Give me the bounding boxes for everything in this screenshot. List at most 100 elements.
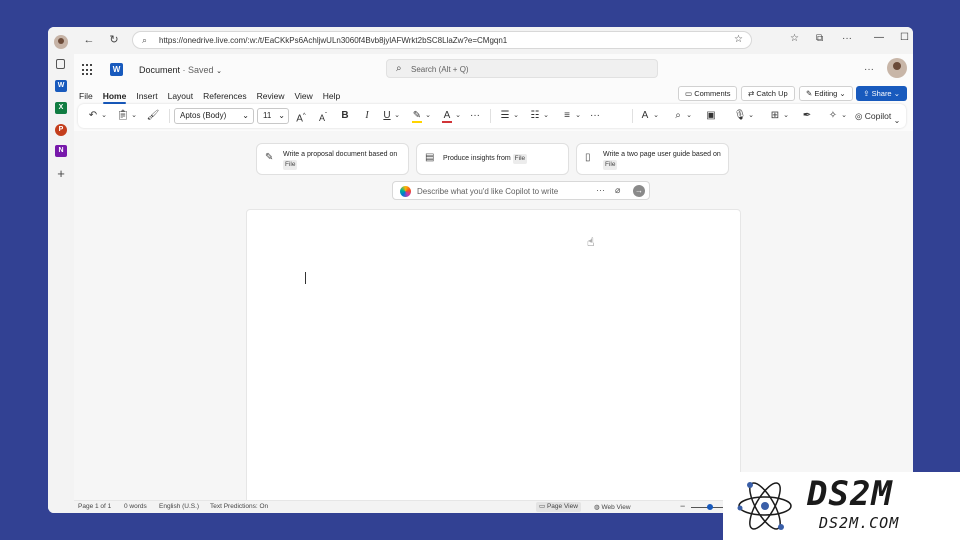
minimize-icon[interactable]: —: [874, 32, 884, 43]
editing-mode-button[interactable]: ✎ Editing ⌄: [799, 86, 853, 101]
more-icon[interactable]: ···: [842, 33, 852, 44]
italic-button[interactable]: I: [360, 109, 374, 123]
tab-review[interactable]: Review: [252, 86, 290, 106]
document-title[interactable]: Document · Saved ⌄: [139, 65, 222, 75]
word-app-icon[interactable]: W: [55, 80, 67, 92]
undo-dropdown-icon[interactable]: ⌄: [100, 109, 108, 123]
ribbon-toolbar: ↶ ⌄ 📋︎ ⌄ 🖌︎ Aptos (Body) ⌄ 11 ⌄ A^ Aˇ B …: [78, 104, 906, 128]
highlight-icon[interactable]: ✎: [410, 109, 424, 123]
web-view-button[interactable]: ◍ Web View: [594, 503, 631, 511]
text-predictions[interactable]: Text Predictions: On: [210, 503, 268, 510]
paste-dropdown-icon[interactable]: ⌄: [130, 109, 138, 123]
favorite-star-icon[interactable]: ☆: [734, 34, 743, 45]
paste-icon[interactable]: 📋︎: [116, 109, 130, 123]
chevron-down-icon: ⌄: [839, 89, 846, 98]
watermark: DS2M DS2M.COM: [723, 472, 960, 540]
tab-help[interactable]: Help: [318, 86, 345, 106]
format-painter-icon[interactable]: 🖌︎: [146, 109, 160, 123]
send-arrow-icon[interactable]: →: [633, 185, 645, 197]
excel-app-icon[interactable]: X: [55, 102, 67, 114]
prompt-text: Write a two page user guide based on Fil…: [603, 151, 721, 170]
find-dropdown-icon[interactable]: ⌄: [685, 109, 693, 123]
tab-home[interactable]: Home: [98, 86, 132, 106]
dictate-icon[interactable]: 🎙︎: [733, 109, 747, 123]
zoom-slider-thumb[interactable]: [707, 504, 713, 510]
file-chip: File: [283, 160, 298, 170]
url-text[interactable]: https://onedrive.live.com/:w:/t/EaCKkPs6…: [159, 36, 507, 45]
numbering-icon[interactable]: ☷: [528, 109, 542, 123]
styles-dropdown-icon[interactable]: ⌄: [652, 109, 660, 123]
document-page[interactable]: [246, 209, 741, 513]
word-count[interactable]: 0 words: [124, 503, 147, 510]
rewrite-icon[interactable]: ✧: [826, 109, 840, 123]
document-name: Document: [139, 65, 181, 75]
copilot-prompt-input[interactable]: Describe what you'd like Copilot to writ…: [392, 181, 650, 200]
add-ins-dropdown-icon[interactable]: ⌄: [782, 109, 790, 123]
designer-icon[interactable]: ✒: [800, 109, 814, 123]
browser-window: W X P N + ← ↻ ⌕ https://onedrive.live.co…: [48, 27, 913, 513]
font-size-select[interactable]: 11 ⌄: [257, 108, 289, 124]
numbering-dropdown-icon[interactable]: ⌄: [542, 109, 550, 123]
page-view-icon: ▭: [539, 503, 546, 510]
favorites-icon[interactable]: ☆: [790, 33, 799, 44]
search-box[interactable]: ⌕ Search (Alt + Q): [386, 59, 658, 78]
app-launcher-icon[interactable]: [82, 64, 94, 76]
back-icon[interactable]: ←: [82, 33, 96, 47]
user-avatar[interactable]: [887, 58, 907, 78]
add-icon[interactable]: +: [55, 167, 67, 180]
language[interactable]: English (U.S.): [159, 503, 199, 510]
profile-avatar[interactable]: [54, 35, 68, 49]
maximize-icon[interactable]: ☐: [900, 32, 909, 43]
address-bar[interactable]: ⌕ https://onedrive.live.com/:w:/t/EaCKkP…: [132, 31, 752, 49]
align-dropdown-icon[interactable]: ⌄: [574, 109, 582, 123]
underline-button[interactable]: U: [380, 109, 394, 123]
grow-font-icon[interactable]: A^: [294, 109, 308, 124]
dictate-dropdown-icon[interactable]: ⌄: [747, 109, 755, 123]
shrink-font-icon[interactable]: Aˇ: [316, 109, 330, 123]
divider: [490, 109, 491, 123]
add-ins-icon[interactable]: ⊞: [768, 109, 782, 123]
page-view-button[interactable]: ▭ Page View: [536, 502, 581, 512]
document-icon: ▯: [585, 152, 591, 163]
underline-dropdown-icon[interactable]: ⌄: [393, 109, 401, 123]
prompt-suggestion-insights[interactable]: ▤ Produce insights from File: [416, 143, 569, 175]
more-options-icon[interactable]: ···: [864, 64, 874, 75]
align-icon[interactable]: ≡: [560, 109, 574, 123]
zoom-out-icon[interactable]: −: [680, 501, 685, 511]
more-paragraph-options-icon[interactable]: ···: [588, 109, 602, 123]
highlight-dropdown-icon[interactable]: ⌄: [424, 109, 432, 123]
font-family-select[interactable]: Aptos (Body) ⌄: [174, 108, 254, 124]
tab-insert[interactable]: Insert: [131, 86, 162, 106]
powerpoint-app-icon[interactable]: P: [55, 124, 67, 136]
prompt-suggestion-proposal[interactable]: ✎ Write a proposal document based on Fil…: [256, 143, 409, 175]
comments-button[interactable]: ▭ Comments: [678, 86, 738, 101]
catch-up-button[interactable]: ⇄ Catch Up: [741, 86, 795, 101]
bullets-icon[interactable]: ☰: [498, 109, 512, 123]
tabs-icon[interactable]: [56, 59, 65, 69]
more-font-options-icon[interactable]: ···: [468, 109, 482, 123]
editor-icon[interactable]: ▣: [704, 109, 718, 123]
attach-icon[interactable]: ⌀: [615, 185, 620, 196]
tab-file[interactable]: File: [74, 86, 98, 106]
find-icon[interactable]: ⌕: [671, 109, 685, 123]
prompt-text: Produce insights from File: [443, 154, 528, 164]
bullets-dropdown-icon[interactable]: ⌄: [512, 109, 520, 123]
collections-icon[interactable]: ⧉: [816, 33, 823, 44]
styles-icon[interactable]: A: [638, 109, 652, 123]
rewrite-dropdown-icon[interactable]: ⌄: [840, 109, 848, 123]
page-count[interactable]: Page 1 of 1: [78, 503, 111, 510]
font-color-icon[interactable]: A: [440, 109, 454, 123]
collapse-ribbon-icon[interactable]: ⌄: [892, 114, 902, 128]
prompt-suggestion-user-guide[interactable]: ▯ Write a two page user guide based on F…: [576, 143, 729, 175]
refresh-icon[interactable]: ↻: [107, 33, 121, 47]
font-color-dropdown-icon[interactable]: ⌄: [454, 109, 462, 123]
bold-button[interactable]: B: [338, 109, 352, 123]
tab-references[interactable]: References: [198, 86, 251, 106]
tab-view[interactable]: View: [289, 86, 317, 106]
globe-icon: ◍: [594, 504, 600, 511]
more-icon[interactable]: ···: [596, 185, 605, 195]
undo-icon[interactable]: ↶: [86, 109, 100, 123]
tab-layout[interactable]: Layout: [163, 86, 199, 106]
share-button[interactable]: ⇪ Share ⌄: [856, 86, 907, 101]
onenote-app-icon[interactable]: N: [55, 145, 67, 157]
